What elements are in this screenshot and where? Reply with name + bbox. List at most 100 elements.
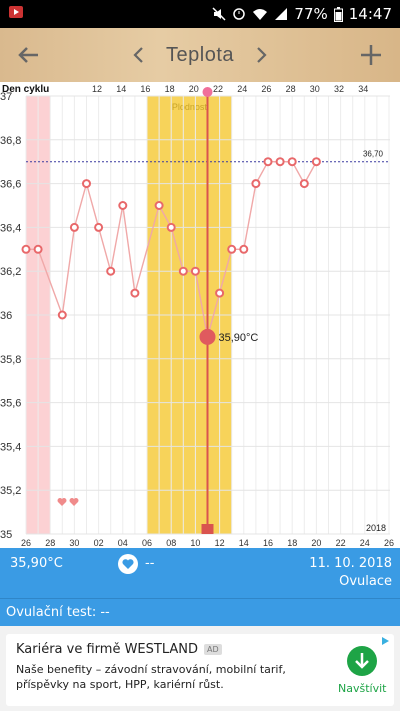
previous-chevron-icon[interactable] [130,44,148,66]
bottom-tick-label: 04 [118,538,128,548]
clock: 14:47 [348,5,392,23]
data-point [287,157,297,167]
series-segment [97,227,112,272]
bottom-tick-label: 18 [287,538,297,548]
app-bar: Teplota [0,28,400,82]
selected-point-label: 35,90°C [219,332,259,344]
data-point [154,201,164,210]
top-tick-label: 20 [189,84,199,94]
selected-date: 11. 10. 2018 [309,556,392,571]
bottom-tick-label: 28 [45,538,55,548]
top-tick-label: 32 [334,84,344,94]
bottom-tick-label: 10 [190,538,200,548]
bottom-tick-label: 22 [336,538,346,548]
arrow-down-icon [355,653,369,669]
y-tick-label: 35 [0,529,12,541]
adchoices-icon[interactable] [380,636,390,646]
top-tick-label: 14 [116,84,126,94]
y-tick-label: 36 [0,310,12,322]
data-point [215,288,225,298]
data-point [57,310,67,320]
chart-svg[interactable]: Plodnost3736,836,636,436,23635,835,635,4… [0,82,400,548]
ad-description: Naše benefity – závodní stravování, mobi… [16,663,286,691]
series-segment [243,183,257,250]
ad-title-row: Kariéra ve firmě WESTLAND AD [16,642,222,657]
x-axis-label: Den cyklu [2,84,49,95]
visit-button[interactable] [347,646,377,676]
data-point [178,266,188,276]
top-tick-label: 16 [140,84,150,94]
wifi-icon [253,9,268,20]
ad-card[interactable]: Kariéra ve firmě WESTLAND AD Naše benefit… [6,634,394,706]
signal-icon [275,8,288,20]
day-info-bar[interactable]: 35,90°C -- 11. 10. 2018 Ovulace [0,548,400,598]
fertile-label: Plodnost [172,102,208,112]
top-tick-label: 18 [165,84,175,94]
data-point [82,179,91,189]
bottom-tick-label: 16 [263,538,273,548]
data-point [118,201,128,210]
bottom-tick-label: 30 [69,538,79,548]
top-tick-label: 24 [237,84,247,94]
data-point [33,244,43,254]
alarm-icon [233,8,246,20]
notification-icon [9,6,23,18]
data-point [275,157,285,167]
mute-icon [212,7,226,21]
heart-marker-icon [69,498,79,506]
ad-badge: AD [204,644,222,655]
top-tick-label: 26 [261,84,271,94]
data-point [239,244,249,254]
bottom-tick-label: 06 [142,538,152,548]
y-tick-label: 35,8 [0,354,21,366]
ad-banner: Kariéra ve firmě WESTLAND AD Naše benefit… [0,626,400,711]
y-tick-label: 35,2 [0,485,21,497]
y-tick-label: 36,6 [0,179,21,191]
top-tick-label: 12 [92,84,102,94]
series-segment [110,205,124,272]
top-tick-label: 30 [310,84,320,94]
visit-label[interactable]: Navštívit [338,682,386,695]
heart-value: -- [145,556,155,571]
status-bar: 77% 14:47 [0,0,400,28]
event-label: Ovulace [339,574,392,589]
data-point [227,244,237,254]
add-button[interactable] [356,40,386,70]
back-button[interactable] [14,40,44,70]
cover-line-label: 36,70 [363,150,384,159]
bottom-tick-label: 12 [215,538,225,548]
y-tick-label: 36,4 [0,222,21,234]
selected-temperature: 35,90°C [10,556,63,571]
y-tick-label: 35,6 [0,398,21,410]
next-chevron-icon[interactable] [252,44,270,66]
y-tick-label: 36,8 [0,135,21,147]
y-tick-label: 35,4 [0,441,21,453]
series-segment [73,183,88,228]
ovulation-test-bar[interactable]: Ovulační test: -- [0,598,400,627]
bottom-tick-label: 08 [166,538,176,548]
bottom-tick-label: 02 [94,538,104,548]
status-icons: 77% 14:47 [212,5,392,23]
data-point [263,157,273,167]
bottom-tick-label: 20 [311,538,321,548]
heart-icon[interactable] [118,554,138,574]
ad-title: Kariéra ve firmě WESTLAND [16,642,199,657]
top-tick-label: 28 [286,84,296,94]
series-segment [122,205,136,294]
y-tick-label: 36,2 [0,266,21,278]
ovulation-bottom-marker [201,524,214,534]
bottom-tick-label: 26 [21,538,31,548]
data-point [106,266,116,276]
data-point [190,266,200,276]
bottom-tick-label: 14 [239,538,249,548]
battery-icon [333,6,343,22]
page-title: Teplota [166,43,234,66]
ovulation-top-marker [202,87,213,97]
top-tick-label: 34 [358,84,368,94]
bottom-tick-label: 24 [360,538,370,548]
data-point [311,157,321,167]
selected-point [199,328,216,345]
temperature-chart[interactable]: Plodnost 37 36,8 36,6 36,4 36,2 36 35,8 35,6 35,4… [0,82,400,548]
year-label: 2018 [366,523,386,533]
ovulation-test-label: Ovulační test: -- [6,605,110,620]
